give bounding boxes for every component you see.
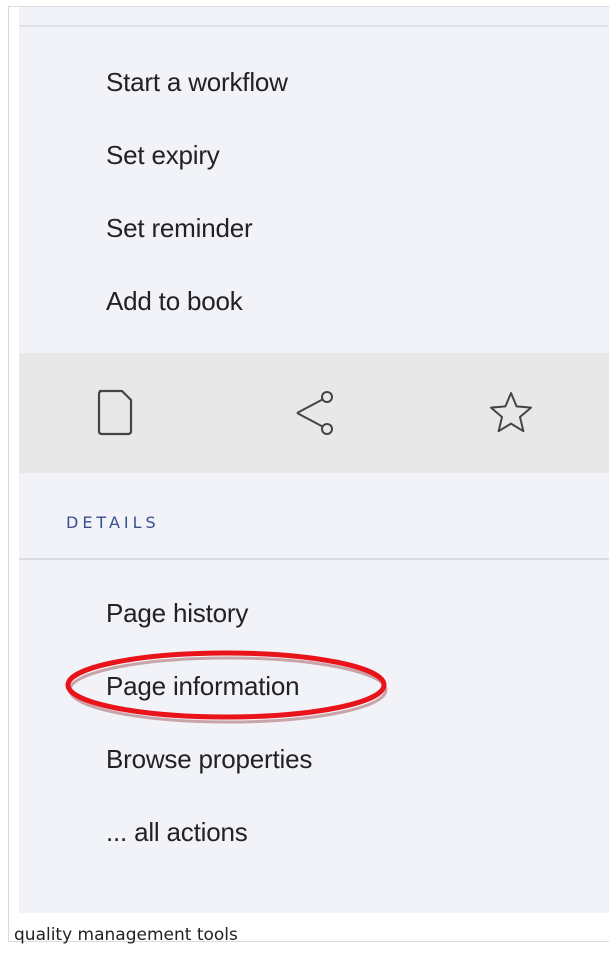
page-icon[interactable] — [89, 387, 141, 439]
menu-item-set-expiry[interactable]: Set expiry — [106, 140, 220, 171]
menu-item-page-information[interactable]: Page information — [106, 671, 300, 702]
menu-item-page-history[interactable]: Page history — [106, 598, 248, 629]
top-divider — [19, 25, 609, 27]
star-icon[interactable] — [485, 387, 537, 439]
menu-item-start-workflow[interactable]: Start a workflow — [106, 67, 288, 98]
menu-item-add-to-book[interactable]: Add to book — [106, 286, 243, 317]
details-heading: DETAILS — [66, 513, 160, 532]
screenshot-frame: Start a workflow Set expiry Set reminder… — [8, 6, 609, 942]
menu-item-all-actions[interactable]: ... all actions — [106, 817, 248, 848]
details-divider — [19, 558, 609, 560]
share-icon[interactable] — [287, 387, 339, 439]
page-tools-panel: Start a workflow Set expiry Set reminder… — [19, 7, 609, 913]
quick-actions-toolbar — [19, 353, 609, 473]
menu-item-browse-properties[interactable]: Browse properties — [106, 744, 312, 775]
menu-item-set-reminder[interactable]: Set reminder — [106, 213, 253, 244]
image-caption: quality management tools — [14, 925, 238, 945]
